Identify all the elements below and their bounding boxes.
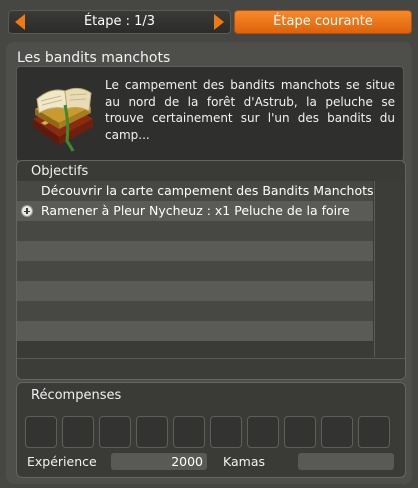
quest-panel: Les bandits manchots Le campement des ba… <box>6 42 412 484</box>
objectives-scrollbar[interactable] <box>374 181 405 357</box>
objective-row-empty <box>17 321 373 341</box>
reward-slot[interactable] <box>62 416 94 448</box>
reward-slots <box>25 416 399 448</box>
objectives-panel: Objectifs Découvrir la carte campement d… <box>16 160 406 380</box>
arrow-left-icon[interactable] <box>15 14 25 30</box>
reward-slot[interactable] <box>25 416 57 448</box>
rewards-header: Récompenses <box>31 388 122 403</box>
reward-slot[interactable] <box>321 416 353 448</box>
experience-label: Expérience <box>27 454 97 469</box>
objective-row[interactable]: Ramener à Pleur Nycheuz : x1 Peluche de … <box>17 201 373 221</box>
step-label: Étape : 1/3 <box>83 14 156 29</box>
reward-slot[interactable] <box>358 416 390 448</box>
objective-row-empty <box>17 261 373 281</box>
objective-text: Découvrir la carte campement des Bandits… <box>41 183 374 198</box>
kamas-label: Kamas <box>223 454 265 469</box>
quest-window: Étape : 1/3 Étape courante Les bandits m… <box>0 0 418 488</box>
quest-description: Le campement des bandits manchots se sit… <box>105 78 395 142</box>
objectives-header: Objectifs <box>31 164 89 179</box>
experience-value: 2000 <box>111 453 207 470</box>
reward-slot[interactable] <box>247 416 279 448</box>
objective-row-empty <box>17 221 373 241</box>
current-step-button[interactable]: Étape courante <box>234 10 412 34</box>
objective-row-empty <box>17 301 373 321</box>
step-navigation: Étape : 1/3 Étape courante <box>8 10 412 34</box>
reward-slot[interactable] <box>99 416 131 448</box>
objective-row[interactable]: Découvrir la carte campement des Bandits… <box>17 181 374 201</box>
quest-description-box: Le campement des bandits manchots se sit… <box>16 66 404 162</box>
reward-slot[interactable] <box>136 416 168 448</box>
rewards-panel: Récompenses Expérience 2000 Kamas <box>16 382 406 478</box>
step-selector: Étape : 1/3 <box>8 10 231 34</box>
reward-slot[interactable] <box>210 416 242 448</box>
reward-slot[interactable] <box>173 416 205 448</box>
objective-row-empty <box>17 281 373 301</box>
kamas-value <box>298 453 394 470</box>
plus-circle-icon[interactable] <box>21 205 33 217</box>
objectives-list: Découvrir la carte campement des Bandits… <box>17 181 374 341</box>
objectives-footer <box>17 358 405 379</box>
objective-text: Ramener à Pleur Nycheuz : x1 Peluche de … <box>41 203 350 218</box>
arrow-right-icon[interactable] <box>214 14 224 30</box>
quest-title: Les bandits manchots <box>17 50 171 66</box>
quest-book-icon <box>33 87 93 152</box>
objective-row-empty <box>17 241 373 261</box>
reward-slot[interactable] <box>284 416 316 448</box>
